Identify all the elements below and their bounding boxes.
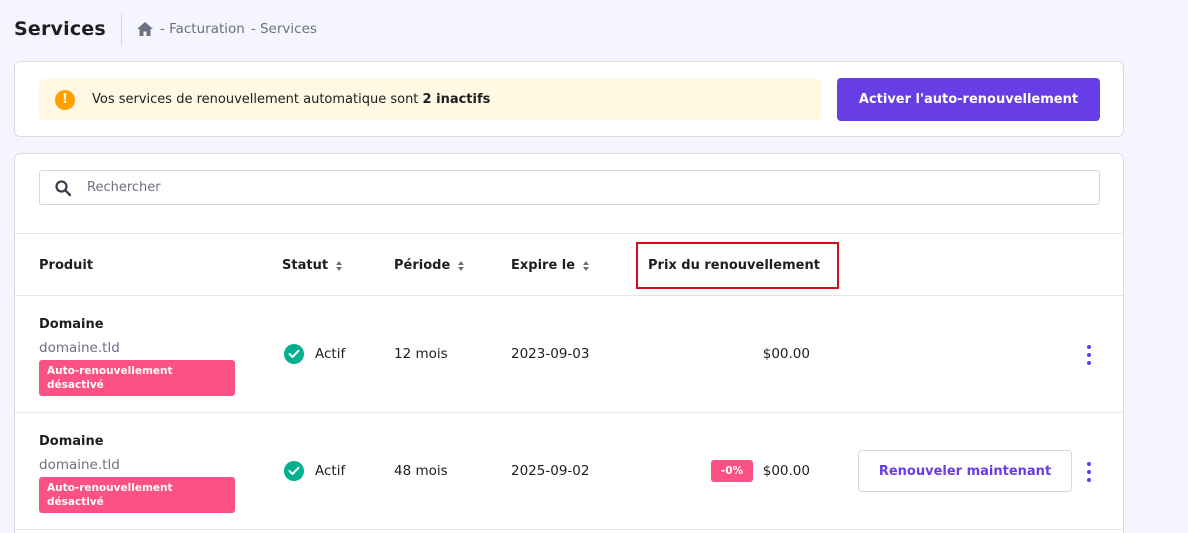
check-circle-icon [284, 461, 304, 481]
status-label: Actif [315, 346, 346, 362]
divider [15, 233, 1123, 234]
auto-renew-disabled-badge: Auto-renouvellement désactivé [39, 477, 235, 513]
column-header-expire-le[interactable]: Expire le [511, 258, 590, 273]
divider [15, 529, 1123, 530]
more-options-icon[interactable] [1086, 345, 1092, 365]
home-icon[interactable] [136, 21, 154, 37]
auto-renew-disabled-badge: Auto-renouvellement désactivé [39, 360, 235, 396]
column-header-produit: Produit [39, 258, 94, 273]
services-table-card: Produit Statut Période Expire le Prix du… [14, 153, 1124, 533]
search-bar[interactable] [39, 170, 1100, 205]
period-cell: 48 mois [394, 463, 448, 479]
expires-cell: 2025-09-02 [511, 463, 590, 479]
header-divider [120, 13, 122, 45]
auto-renew-warning: ! Vos services de renouvellement automat… [39, 79, 821, 120]
product-domain[interactable]: domaine.tld [39, 340, 120, 356]
sort-icon[interactable] [583, 260, 590, 271]
status-label: Actif [315, 463, 346, 479]
product-name: Domaine [39, 317, 104, 332]
sort-icon[interactable] [336, 260, 343, 271]
breadcrumb: - Facturation - Services [136, 21, 317, 37]
status-cell: Actif [284, 461, 345, 481]
expires-cell: 2023-09-03 [511, 346, 590, 362]
breadcrumb-item-facturation[interactable]: - Facturation [160, 21, 245, 37]
discount-badge: -0% [711, 460, 753, 482]
check-circle-icon [284, 344, 304, 364]
page-header: Services - Facturation - Services [14, 12, 317, 46]
search-icon [54, 179, 72, 197]
product-domain[interactable]: domaine.tld [39, 457, 120, 473]
product-name: Domaine [39, 434, 104, 449]
column-header-periode[interactable]: Période [394, 258, 465, 273]
more-options-icon[interactable] [1086, 462, 1092, 482]
renewal-price: $00.00 [762, 346, 810, 362]
warning-icon: ! [55, 89, 75, 110]
period-cell: 12 mois [394, 346, 448, 362]
sort-icon[interactable] [458, 260, 465, 271]
auto-renew-alert-card: ! Vos services de renouvellement automat… [14, 61, 1124, 137]
highlight-annotation-box [636, 242, 839, 289]
table-row: Domaine domaine.tld Auto-renouvellement … [15, 296, 1123, 412]
table-row: Domaine domaine.tld Auto-renouvellement … [15, 413, 1123, 529]
alert-message: Vos services de renouvellement automatiq… [92, 92, 491, 107]
renewal-price: $00.00 [762, 463, 810, 479]
breadcrumb-item-services: - Services [250, 21, 317, 37]
status-cell: Actif [284, 344, 345, 364]
column-header-statut[interactable]: Statut [282, 258, 343, 273]
enable-auto-renew-button[interactable]: Activer l'auto-renouvellement [837, 78, 1100, 121]
renew-now-button[interactable]: Renouveler maintenant [858, 450, 1072, 492]
page-title: Services [14, 18, 106, 40]
search-input[interactable] [87, 180, 987, 195]
